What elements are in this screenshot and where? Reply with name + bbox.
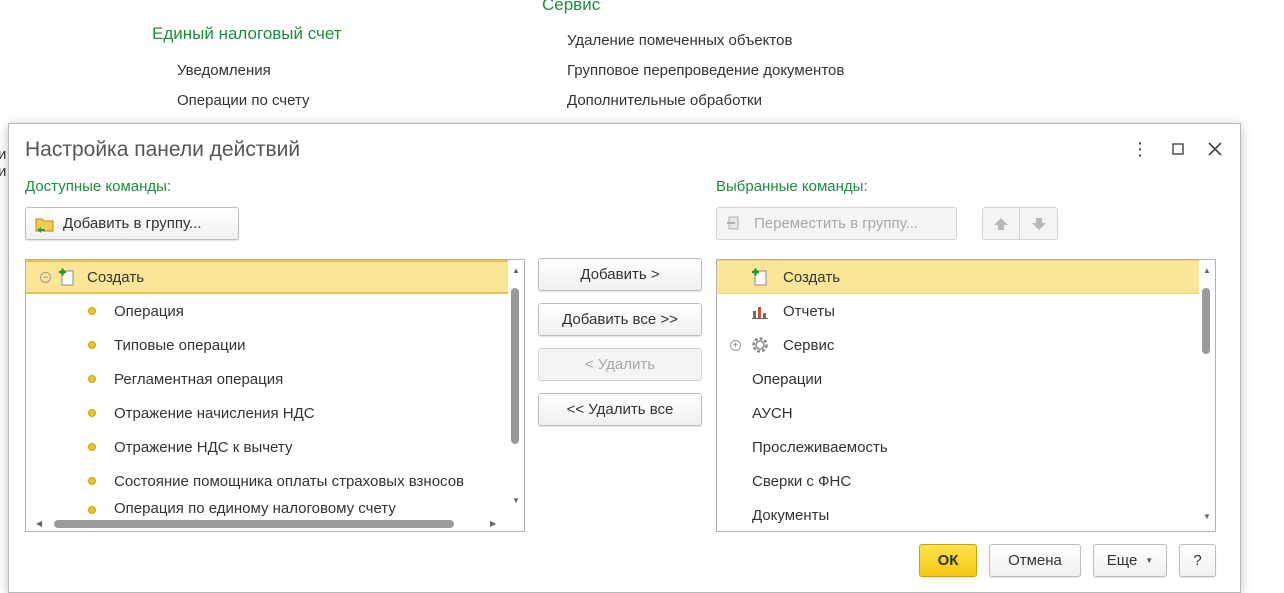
- move-group-icon: [727, 216, 739, 229]
- close-button[interactable]: [1204, 138, 1226, 160]
- tree-item-label: Регламентная операция: [114, 370, 284, 388]
- create-icon: [752, 268, 767, 286]
- link-notifications[interactable]: Уведомления: [177, 62, 271, 79]
- move-arrows-group: [982, 207, 1058, 240]
- list-item-reports[interactable]: Отчеты: [717, 294, 1199, 328]
- action-panel-settings-dialog: Настройка панели действий ⋮ Доступные ко…: [8, 123, 1241, 593]
- create-icon: [59, 268, 74, 286]
- scroll-thumb[interactable]: [54, 520, 454, 528]
- tree-item[interactable]: Операция: [26, 294, 508, 328]
- help-button[interactable]: ?: [1179, 544, 1216, 577]
- selected-commands-label: Выбранные команды:: [716, 178, 868, 195]
- list-item-ausn[interactable]: АУСН: [717, 396, 1199, 430]
- link-account-operations[interactable]: Операции по счету: [177, 92, 310, 109]
- vertical-scrollbar[interactable]: ▲ ▼: [510, 260, 520, 516]
- dialog-title: Настройка панели действий: [25, 138, 301, 161]
- tree-item[interactable]: Типовые операции: [26, 328, 508, 362]
- more-button[interactable]: Еще ▼: [1093, 544, 1167, 577]
- reports-icon: [752, 307, 768, 319]
- bullet-icon: [88, 375, 96, 383]
- add-to-group-button[interactable]: Добавить в группу...: [25, 207, 239, 240]
- truncated-text: и: [0, 146, 7, 163]
- folder-add-icon: [35, 218, 54, 233]
- tree-item-label: Операция по единому налоговому счету: [114, 500, 396, 516]
- more-options-icon[interactable]: ⋮: [1129, 138, 1151, 160]
- tree-item[interactable]: Отражение НДС к вычету: [26, 430, 508, 464]
- scroll-up-icon[interactable]: ▲: [1203, 266, 1211, 275]
- tree-item-label: Отражение начисления НДС: [114, 404, 315, 422]
- bullet-icon: [88, 409, 96, 417]
- tree-item-label: Состояние помощника оплаты страховых взн…: [114, 472, 465, 490]
- list-item-service[interactable]: + Сервис: [717, 328, 1199, 362]
- arrow-up-icon: [994, 217, 1008, 230]
- dropdown-arrow-icon: ▼: [1145, 556, 1154, 565]
- tree-item[interactable]: Операция по единому налоговому счету: [26, 498, 508, 516]
- scroll-down-icon[interactable]: ▼: [1203, 512, 1211, 521]
- list-item-label: Сверки с ФНС: [752, 472, 852, 490]
- list-item-documents[interactable]: Документы: [717, 498, 1199, 531]
- truncated-text: и: [0, 163, 7, 180]
- list-item-fns-reconciliation[interactable]: Сверки с ФНС: [717, 464, 1199, 498]
- list-item-label: Сервис: [783, 336, 835, 354]
- tree-item-label: Операция: [114, 302, 184, 320]
- scroll-thumb[interactable]: [511, 288, 519, 444]
- maximize-button[interactable]: [1167, 138, 1189, 160]
- selected-commands-list[interactable]: Создать Отчеты + Сервис Операции АУСН Пр…: [716, 259, 1216, 532]
- move-to-group-label: Переместить в группу...: [754, 215, 919, 232]
- list-item-operations[interactable]: Операции: [717, 362, 1199, 396]
- list-item-label: АУСН: [752, 404, 793, 422]
- link-delete-marked[interactable]: Удаление помеченных объектов: [567, 32, 792, 49]
- list-item-label: Отчеты: [783, 302, 835, 320]
- collapse-icon[interactable]: −: [40, 271, 51, 283]
- scroll-right-icon[interactable]: ▶: [490, 519, 496, 528]
- tree-item[interactable]: Состояние помощника оплаты страховых взн…: [26, 464, 508, 498]
- section-title-ens: Единый налоговый счет: [152, 24, 342, 43]
- scroll-left-icon[interactable]: ◀: [36, 519, 42, 528]
- bullet-icon: [88, 341, 96, 349]
- ok-button[interactable]: ОК: [919, 544, 977, 577]
- add-to-group-label: Добавить в группу...: [63, 215, 202, 232]
- remove-all-button[interactable]: << Удалить все: [538, 393, 702, 426]
- list-item-label: Операции: [752, 370, 823, 388]
- tree-item-label: Типовые операции: [114, 336, 246, 354]
- tree-item[interactable]: Отражение начисления НДС: [26, 396, 508, 430]
- link-group-repost[interactable]: Групповое перепроведение документов: [567, 62, 844, 79]
- expand-icon[interactable]: +: [730, 339, 741, 351]
- remove-button[interactable]: < Удалить: [538, 348, 702, 381]
- move-up-button[interactable]: [983, 208, 1021, 239]
- horizontal-scrollbar[interactable]: ◀ ▶: [26, 516, 508, 531]
- move-down-button[interactable]: [1020, 208, 1057, 239]
- section-title-service: Сервис: [542, 0, 601, 14]
- bullet-icon: [88, 443, 96, 451]
- cancel-button[interactable]: Отмена: [989, 544, 1081, 577]
- add-all-button[interactable]: Добавить все >>: [538, 303, 702, 336]
- tree-item[interactable]: Регламентная операция: [26, 362, 508, 396]
- scroll-thumb[interactable]: [1202, 288, 1210, 354]
- tree-item-label: Отражение НДС к вычету: [114, 438, 293, 456]
- available-commands-label: Доступные команды:: [25, 178, 172, 195]
- move-to-group-button[interactable]: Переместить в группу...: [716, 207, 957, 240]
- bullet-icon: [88, 307, 96, 315]
- scroll-down-icon[interactable]: ▼: [512, 496, 520, 505]
- bullet-icon: [88, 506, 96, 514]
- maximize-icon: [1172, 143, 1184, 155]
- link-additional-processing[interactable]: Дополнительные обработки: [567, 92, 762, 109]
- list-item-label: Прослеживаемость: [752, 438, 888, 456]
- tree-root-label: Создать: [87, 268, 145, 286]
- list-item-create[interactable]: Создать: [717, 260, 1199, 294]
- list-item-label: Документы: [752, 506, 830, 524]
- arrow-down-icon: [1031, 217, 1046, 230]
- list-item-traceability[interactable]: Прослеживаемость: [717, 430, 1199, 464]
- scroll-up-icon[interactable]: ▲: [512, 266, 520, 275]
- vertical-scrollbar[interactable]: ▲ ▼: [1201, 260, 1211, 530]
- bullet-icon: [88, 477, 96, 485]
- more-label: Еще: [1106, 552, 1138, 569]
- list-item-label: Создать: [783, 268, 841, 286]
- gear-icon: [752, 337, 768, 353]
- add-button[interactable]: Добавить >: [538, 258, 702, 291]
- tree-root-create[interactable]: − Создать: [26, 260, 508, 294]
- available-commands-tree[interactable]: − Создать Операция Типовые операции Регл…: [25, 259, 525, 532]
- close-icon: [1208, 142, 1222, 156]
